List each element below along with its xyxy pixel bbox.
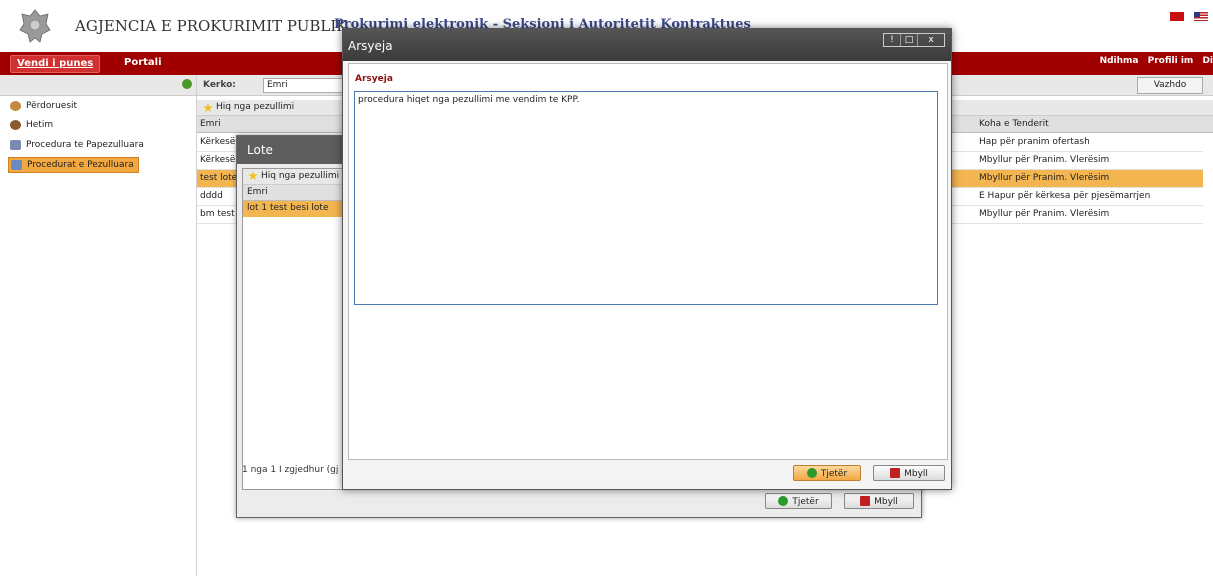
column-header-koha[interactable]: Koha e Tenderit — [979, 119, 1049, 129]
row-name: lot 1 test besi lote — [247, 203, 329, 213]
row-time: Mbyllur për Pranim. Vlerësim — [979, 209, 1110, 219]
column-header-emri[interactable]: Emri — [200, 119, 221, 129]
arsyeja-next-button[interactable]: Tjetër — [793, 465, 861, 481]
albanian-flag-icon[interactable] — [1170, 12, 1184, 21]
tab-vendi-i-punes[interactable]: Vendi i punes — [10, 55, 101, 73]
window-controls: ! □ x — [883, 33, 945, 47]
refresh-icon[interactable] — [182, 79, 192, 89]
agency-title: AGJENCIA E PROKURIMIT PUBLIK — [75, 17, 348, 35]
sidebar-item-label: Përdoruesit — [26, 101, 78, 111]
lote-close-button[interactable]: Mbyll — [844, 493, 914, 509]
star-icon — [248, 171, 258, 181]
button-label: Tjetër — [792, 497, 819, 507]
tab-portali[interactable]: Portali — [118, 55, 168, 71]
profile-link[interactable]: Profili im — [1148, 56, 1194, 66]
reason-label: Arsyeja — [355, 74, 393, 84]
close-icon — [890, 468, 901, 478]
arrow-right-icon — [778, 496, 789, 506]
sidebar-item-perdoruesit[interactable]: Përdoruesit — [8, 99, 81, 113]
users-icon — [10, 101, 21, 111]
arrow-right-icon — [806, 468, 817, 478]
row-name: Kërkesë — [200, 137, 236, 147]
sidebar-item-hetim[interactable]: Hetim — [8, 118, 57, 132]
search-field-select[interactable]: Emri — [263, 78, 348, 93]
arsyeja-close-button[interactable]: Mbyll — [873, 465, 945, 481]
investigation-icon — [10, 120, 21, 130]
lote-next-button[interactable]: Tjetër — [765, 493, 832, 509]
table-icon — [10, 140, 21, 150]
column-header-emri[interactable]: Emri — [247, 187, 268, 197]
arsyeja-form: Arsyeja procedura hiqet nga pezullimi me… — [348, 63, 948, 460]
coat-of-arms-logo — [18, 8, 52, 44]
sidebar-item-label: Hetim — [26, 120, 54, 130]
star-icon — [203, 103, 213, 113]
close-window-button[interactable]: x — [918, 34, 944, 46]
close-icon — [860, 496, 871, 506]
reason-textarea[interactable]: procedura hiqet nga pezullimi me vendim … — [354, 91, 938, 305]
row-name: dddd — [200, 191, 223, 201]
more-link[interactable]: Di — [1202, 56, 1213, 66]
sidebar: Përdoruesit Hetim Procedura te Papezullu… — [0, 75, 197, 576]
us-flag-icon[interactable] — [1194, 12, 1208, 21]
lote-unsuspend-action[interactable]: Hiq nga pezullimi — [261, 171, 339, 181]
table-icon — [11, 160, 22, 170]
help-link[interactable]: Ndihma — [1100, 56, 1139, 66]
unsuspend-action[interactable]: Hiq nga pezullimi — [216, 102, 294, 112]
help-window-button[interactable]: ! — [884, 34, 901, 46]
vazhdo-button[interactable]: Vazhdo — [1137, 77, 1203, 94]
sidebar-item-label: Procedura te Papezulluara — [26, 140, 144, 150]
sidebar-toolbar — [0, 75, 196, 96]
row-time: Mbyllur për Pranim. Vlerësim — [979, 173, 1110, 183]
row-time: Hap për pranim ofertash — [979, 137, 1090, 147]
maximize-window-button[interactable]: □ — [901, 34, 918, 46]
arsyeja-dialog: Arsyeja ! □ x Arsyeja procedura hiqet ng… — [342, 28, 952, 490]
row-name: bm test — [200, 209, 235, 219]
button-label: Mbyll — [874, 497, 898, 507]
row-name: test lote — [200, 173, 238, 183]
button-label: Mbyll — [904, 469, 928, 479]
row-name: Kërkesë — [200, 155, 236, 165]
top-right-links: Ndihma Profili im Di — [1094, 56, 1213, 66]
row-time: Mbyllur për Pranim. Vlerësim — [979, 155, 1110, 165]
sidebar-item-procedura-te-papezulluara[interactable]: Procedura te Papezulluara — [8, 138, 148, 152]
button-label: Tjetër — [820, 469, 848, 479]
row-time: E Hapur për kërkesa për pjesëmarrjen — [979, 191, 1151, 201]
search-label: Kerko: — [203, 80, 236, 90]
arsyeja-dialog-title[interactable]: Arsyeja ! □ x — [343, 29, 951, 61]
sidebar-item-procedurat-e-pezulluara[interactable]: Procedurat e Pezulluara — [8, 157, 139, 173]
lote-status-text: 1 nga 1 I zgjedhur (gj — [242, 465, 339, 475]
dialog-title-text: Arsyeja — [348, 39, 393, 53]
sidebar-item-label: Procedurat e Pezulluara — [27, 160, 134, 170]
